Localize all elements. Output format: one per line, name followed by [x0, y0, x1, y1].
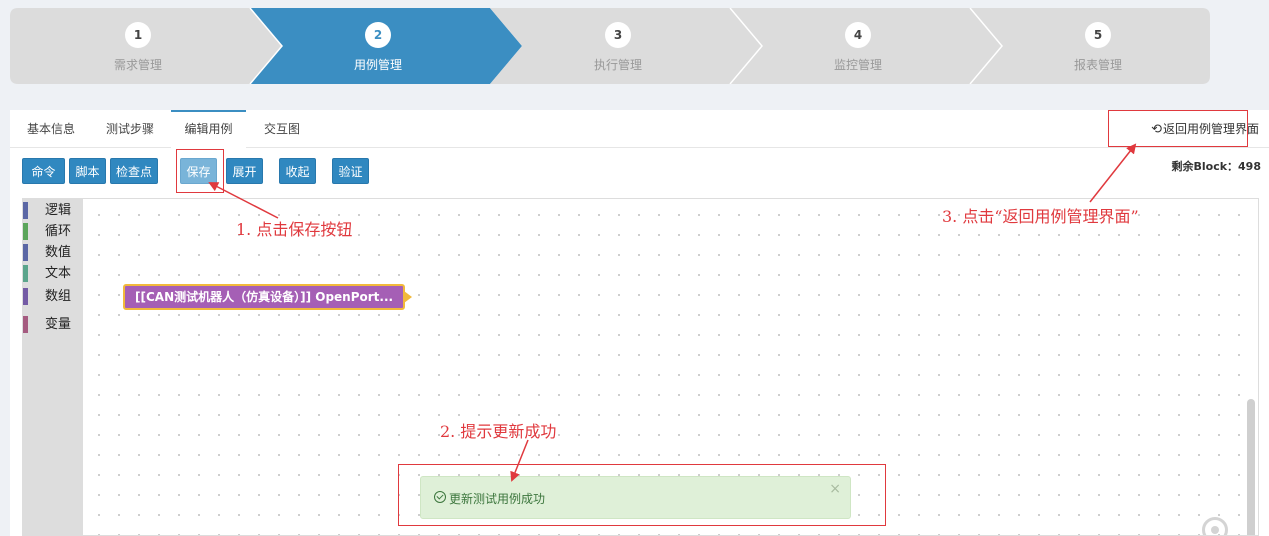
step-name: 需求管理: [113, 58, 162, 72]
toolbox-category-text[interactable]: 文本: [23, 264, 83, 283]
command-button[interactable]: 命令: [22, 158, 65, 184]
toolbox-category-list[interactable]: 数组: [23, 287, 83, 306]
step-execution[interactable]: 3 执行管理: [498, 8, 738, 84]
openport-block[interactable]: [[CAN测试机器人（仿真设备）]] OpenPort...: [123, 284, 413, 310]
remaining-block-count: 剩余Block：498: [1171, 160, 1261, 173]
script-button[interactable]: 脚本: [69, 158, 106, 184]
category-color-bar: [23, 288, 28, 305]
block-toolbox: 逻辑 循环 数值 文本 数组 变量: [23, 199, 83, 535]
toolbox-category-loop[interactable]: 循环: [23, 222, 83, 241]
tab-interaction-diagram[interactable]: 交互图: [258, 110, 306, 148]
collapse-button[interactable]: 收起: [279, 158, 316, 184]
step-name: 执行管理: [593, 58, 642, 72]
step-number: 1: [125, 22, 151, 48]
locate-icon[interactable]: [1202, 517, 1228, 535]
category-label: 循环: [45, 224, 72, 239]
annotation-step2-text: 2. 提示更新成功: [440, 422, 557, 441]
step-number: 5: [1085, 22, 1111, 48]
annotation-box-toast: [398, 464, 886, 526]
step-monitoring[interactable]: 4 监控管理: [738, 8, 978, 84]
step-requirements[interactable]: 1 需求管理: [18, 8, 258, 84]
progress-stepper: 1 需求管理 2 用例管理 3 执行管理 4 监控管理 5 报表管理: [10, 8, 1210, 84]
category-color-bar: [23, 244, 28, 261]
category-color-bar: [23, 265, 28, 282]
step-name: 监控管理: [833, 58, 882, 72]
annotation-step3-text: 3. 点击“返回用例管理界面”: [942, 207, 1139, 226]
category-label: 逻辑: [45, 203, 72, 218]
category-color-bar: [23, 223, 28, 240]
step-name: 报表管理: [1073, 58, 1122, 72]
tab-basic-info[interactable]: 基本信息: [21, 110, 81, 148]
tab-edit-case[interactable]: 编辑用例: [171, 110, 246, 149]
workspace-vertical-scrollbar[interactable]: [1247, 399, 1255, 535]
step-testcases[interactable]: 2 用例管理: [258, 8, 498, 84]
toolbox-category-math[interactable]: 数值: [23, 243, 83, 262]
expand-button[interactable]: 展开: [226, 158, 263, 184]
category-color-bar: [23, 316, 28, 333]
step-number: 3: [605, 22, 631, 48]
step-number: 4: [845, 22, 871, 48]
category-label: 数组: [45, 289, 72, 304]
step-reports[interactable]: 5 报表管理: [978, 8, 1218, 84]
step-number: 2: [365, 22, 391, 48]
annotation-step1-text: 1. 点击保存按钮: [236, 220, 353, 239]
toolbox-category-variable[interactable]: 变量: [23, 315, 83, 334]
annotation-box-return: [1108, 110, 1248, 147]
validate-button[interactable]: 验证: [332, 158, 369, 184]
category-label: 变量: [45, 317, 72, 332]
tab-bar: 基本信息 测试步骤 编辑用例 交互图: [10, 110, 1269, 149]
step-name: 用例管理: [353, 58, 402, 72]
annotation-box-save: [176, 149, 224, 193]
tab-test-steps[interactable]: 测试步骤: [100, 110, 160, 148]
toolbox-category-logic[interactable]: 逻辑: [23, 201, 83, 220]
category-label: 文本: [45, 266, 72, 281]
checkpoint-button[interactable]: 检查点: [110, 158, 158, 184]
category-label: 数值: [45, 245, 72, 260]
category-color-bar: [23, 202, 28, 219]
